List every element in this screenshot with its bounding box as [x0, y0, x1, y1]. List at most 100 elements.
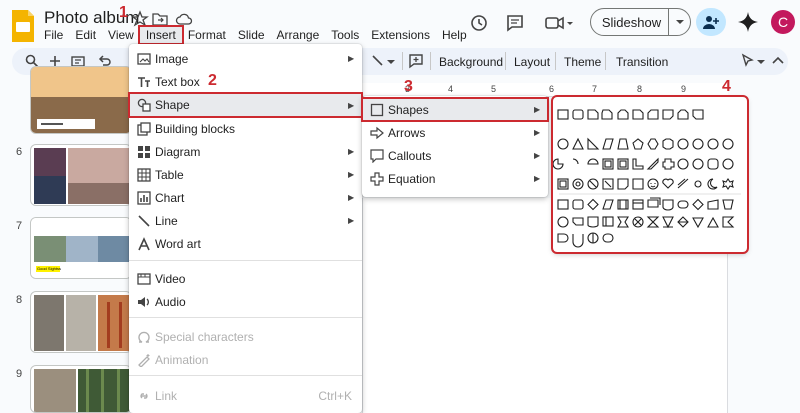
menu-extensions[interactable]: Extensions	[365, 27, 436, 43]
menu-item-chart[interactable]: Chart ▶	[129, 186, 362, 209]
menu-item-video[interactable]: Video	[129, 267, 362, 290]
animation-icon	[138, 353, 150, 367]
background-button[interactable]: Background	[439, 55, 503, 69]
slide-thumbnail-8[interactable]	[30, 291, 132, 353]
slide-thumbnail-7[interactable]: Good Sightss	[30, 217, 132, 279]
theme-button[interactable]: Theme	[564, 55, 601, 69]
shape-submenu: Shapes ▶ Arrows ▶ Callouts ▶ Equation ▶	[361, 96, 549, 197]
menu-item-building-blocks[interactable]: Building blocks	[129, 117, 362, 140]
ruler-label: 8	[637, 84, 643, 94]
submenu-arrow-icon: ▶	[348, 54, 355, 63]
share-button[interactable]	[696, 8, 726, 36]
line-tool-icon[interactable]	[370, 53, 386, 69]
menu-format[interactable]: Format	[182, 27, 232, 43]
toolbar-separator	[555, 52, 556, 70]
submenu-item-equation[interactable]: Equation ▶	[362, 167, 548, 190]
vertical-scrollbar[interactable]	[786, 80, 792, 413]
ruler-label: 9	[681, 84, 687, 94]
slide-thumbnail-5[interactable]	[30, 66, 132, 134]
table-icon	[137, 167, 151, 182]
menu-item-label: Equation	[388, 171, 436, 186]
comments-icon[interactable]	[504, 12, 526, 34]
menu-item-label: Link	[155, 388, 178, 403]
menu-item-label: Animation	[155, 352, 209, 367]
add-comment-icon[interactable]	[408, 53, 424, 69]
audio-icon	[138, 296, 149, 307]
step-4-marker: 4	[722, 78, 731, 95]
menu-item-label: Audio	[155, 294, 186, 309]
menu-item-label: Special characters	[155, 329, 254, 344]
slides-logo-icon[interactable]	[10, 8, 36, 44]
ruler-label: 5	[491, 84, 497, 94]
submenu-item-callouts[interactable]: Callouts ▶	[362, 144, 548, 167]
menu-view[interactable]: View	[102, 27, 140, 43]
select-cursor-icon[interactable]	[740, 53, 756, 69]
version-history-icon[interactable]	[468, 12, 490, 34]
menu-separator	[129, 375, 362, 376]
cloud-status-icon[interactable]	[175, 10, 193, 28]
submenu-item-shapes[interactable]: Shapes ▶	[361, 97, 549, 122]
menu-item-text-box[interactable]: Text box	[129, 70, 362, 93]
step-1-marker: 1	[119, 4, 128, 21]
ruler-label: 6	[549, 84, 555, 94]
shapes-palette	[551, 95, 749, 254]
menu-item-diagram[interactable]: Diagram ▶	[129, 140, 362, 163]
link-icon	[140, 392, 148, 399]
slideshow-dropdown-icon[interactable]	[668, 9, 690, 35]
submenu-arrow-icon: ▶	[348, 170, 355, 179]
submenu-arrow-icon: ▶	[348, 193, 355, 202]
shapes-grid-icons[interactable]	[553, 97, 747, 252]
slide-caption: Good Sightss	[37, 266, 62, 271]
menu-edit[interactable]: Edit	[69, 27, 102, 43]
menu-tools[interactable]: Tools	[325, 27, 365, 43]
line-dropdown-icon[interactable]	[386, 53, 396, 69]
submenu-item-arrows[interactable]: Arrows ▶	[362, 121, 548, 144]
slide-thumbnail-6[interactable]	[30, 144, 132, 206]
toolbar-separator	[505, 52, 506, 70]
layout-button[interactable]: Layout	[514, 55, 550, 69]
menu-separator	[129, 317, 362, 318]
slide-number: 7	[16, 220, 23, 232]
slideshow-label[interactable]: Slideshow	[591, 15, 668, 30]
star-icon[interactable]	[131, 10, 149, 28]
meet-video-icon[interactable]	[543, 12, 575, 34]
square-outline-icon	[370, 103, 384, 116]
transition-button[interactable]: Transition	[616, 55, 668, 69]
slideshow-button[interactable]: Slideshow	[590, 8, 691, 36]
menu-item-animation: Animation	[129, 348, 362, 371]
shortcut-label: Ctrl+K	[318, 388, 352, 403]
menu-item-image[interactable]: Image ▶	[129, 47, 362, 70]
add-person-icon	[703, 16, 719, 29]
callout-icon	[370, 148, 384, 163]
slide-thumbnail-9[interactable]	[30, 365, 132, 413]
menu-arrange[interactable]: Arrange	[271, 27, 326, 43]
slide-number: 9	[16, 368, 23, 380]
submenu-arrow-icon: ▶	[534, 105, 541, 114]
gemini-sparkle-icon[interactable]	[737, 11, 759, 33]
image-icon	[137, 52, 151, 65]
menu-item-shape[interactable]: Shape ▶	[128, 92, 363, 118]
menu-item-label: Arrows	[388, 125, 426, 140]
toolbar-separator	[402, 52, 403, 70]
move-folder-icon[interactable]	[151, 10, 169, 28]
toolbar-separator	[605, 52, 606, 70]
menu-item-label: Word art	[155, 236, 201, 251]
submenu-arrow-icon: ▶	[534, 128, 541, 137]
menu-item-line[interactable]: Line ▶	[129, 209, 362, 232]
menu-item-label: Shape	[155, 98, 190, 112]
submenu-arrow-icon: ▶	[348, 100, 355, 110]
insert-menu: Image ▶ Text box Shape ▶ Building blocks D…	[128, 44, 363, 413]
building-blocks-icon	[137, 121, 151, 136]
select-dropdown-icon[interactable]	[756, 53, 766, 69]
menu-slide[interactable]: Slide	[232, 27, 271, 43]
user-avatar[interactable]: C	[771, 10, 795, 34]
menu-file[interactable]: File	[38, 27, 69, 43]
menu-item-special-characters: Special characters	[129, 325, 362, 348]
submenu-arrow-icon: ▶	[348, 147, 355, 156]
menu-item-word-art[interactable]: Word art	[129, 232, 362, 255]
menu-item-label: Video	[155, 271, 186, 286]
toolbar-collapse-icon[interactable]	[770, 53, 786, 69]
menu-insert[interactable]: Insert	[137, 25, 184, 45]
menu-item-table[interactable]: Table ▶	[129, 163, 362, 186]
menu-item-audio[interactable]: Audio	[129, 290, 362, 313]
